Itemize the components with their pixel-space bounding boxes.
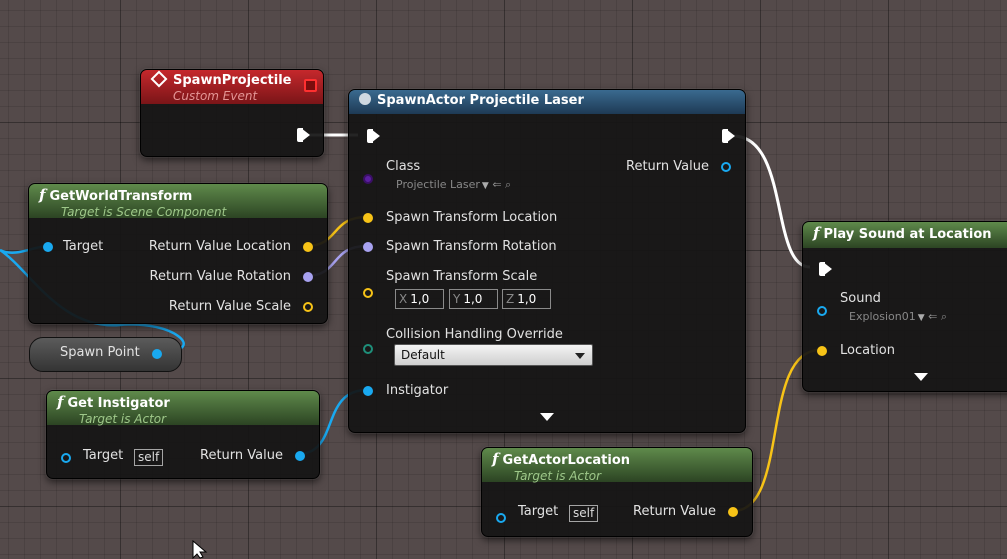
location-label: Location: [840, 343, 895, 358]
target-label: Target: [63, 239, 104, 254]
x-value: 1,0: [410, 292, 430, 306]
class-pin[interactable]: [363, 174, 373, 184]
return-location-pin[interactable]: [303, 242, 313, 252]
get-instigator-title: Get Instigator: [67, 396, 170, 411]
advanced-expand-icon[interactable]: [540, 413, 554, 421]
function-icon: f: [39, 186, 46, 204]
collision-value: Default: [401, 348, 445, 362]
spawn-scale-label: Spawn Transform Scale: [386, 269, 538, 284]
spawn-scale-pin[interactable]: [363, 288, 373, 298]
get-instigator-return-pin[interactable]: [295, 451, 305, 461]
z-axis-label: Z: [506, 292, 515, 306]
return-scale-label: Return Value Scale: [168, 299, 291, 314]
advanced-expand-icon[interactable]: [914, 373, 928, 381]
spawn-point-label: Spawn Point: [60, 345, 140, 360]
spawn-actor-title: SpawnActor Projectile Laser: [377, 93, 584, 108]
sound-combo-arrow-icon: ▼: [917, 313, 925, 323]
spawn-projectile-header[interactable]: SpawnProjectile Custom Event: [141, 70, 323, 104]
spawn-projectile-title: SpawnProjectile: [173, 73, 292, 88]
get-world-transform-header[interactable]: f GetWorldTransform Target is Scene Compo…: [29, 184, 327, 219]
scale-x-field[interactable]: X 1,0: [395, 289, 444, 309]
browse-magnifier-icon[interactable]: ⌕: [941, 310, 947, 323]
function-icon: f: [492, 450, 499, 468]
y-axis-label: Y: [453, 292, 461, 306]
instigator-label: Instigator: [386, 383, 449, 398]
get-instigator-node[interactable]: f Get Instigator Target is Actor Target s…: [46, 390, 320, 479]
get-world-transform-subtitle: Target is Scene Component: [61, 205, 227, 219]
spawn-rotation-pin[interactable]: [363, 242, 373, 252]
browse-magnifier-icon[interactable]: ⌕: [505, 178, 511, 191]
event-delegate-icon[interactable]: [304, 79, 317, 92]
get-actor-location-return-pin[interactable]: [728, 507, 738, 517]
get-instigator-target-pin[interactable]: [61, 453, 71, 463]
x-axis-label: X: [399, 292, 408, 306]
get-actor-location-subtitle: Target is Actor: [514, 469, 602, 483]
spawn-location-pin[interactable]: [363, 213, 373, 223]
get-instigator-return-label: Return Value: [200, 448, 283, 463]
return-rotation-pin[interactable]: [303, 272, 313, 282]
sound-label: Sound: [840, 291, 881, 306]
sound-pin[interactable]: [817, 306, 827, 316]
return-location-label: Return Value Location: [148, 239, 291, 254]
y-value: 1,0: [463, 292, 483, 306]
z-value: 1,0: [517, 292, 537, 306]
target-pin[interactable]: [43, 242, 53, 252]
spawn-actor-exec-in-pin[interactable]: [367, 129, 380, 143]
get-actor-location-target-pin[interactable]: [496, 513, 506, 523]
get-actor-location-self-box[interactable]: self: [569, 505, 599, 522]
get-instigator-subtitle: Target is Actor: [79, 412, 167, 426]
spawn-actor-return-pin[interactable]: [721, 162, 731, 172]
collision-label: Collision Handling Override: [386, 327, 563, 342]
location-pin[interactable]: [817, 346, 827, 356]
get-world-transform-node[interactable]: f GetWorldTransform Target is Scene Compo…: [28, 183, 328, 324]
spawn-point-out-pin[interactable]: [152, 349, 162, 359]
get-actor-location-return-label: Return Value: [633, 504, 716, 519]
class-combo[interactable]: Projectile Laser ▼ ⇐ ⌕: [396, 178, 511, 192]
mouse-cursor-icon: [192, 540, 208, 559]
play-sound-exec-in-pin[interactable]: [819, 262, 832, 276]
instigator-pin[interactable]: [363, 386, 373, 396]
sound-combo[interactable]: Explosion01 ▼ ⇐ ⌕: [849, 310, 947, 324]
play-sound-node[interactable]: f Play Sound at Location Sound Explosion0…: [802, 221, 1007, 392]
use-selected-arrow-icon[interactable]: ⇐: [492, 178, 501, 191]
scale-y-field[interactable]: Y 1,0: [449, 289, 498, 309]
spawn-actor-exec-out-pin[interactable]: [722, 129, 735, 143]
class-combo-arrow-icon: ▼: [481, 181, 489, 191]
exec-out-pin[interactable]: [297, 128, 310, 142]
get-actor-location-header[interactable]: f GetActorLocation Target is Actor: [482, 448, 752, 483]
spawn-location-label: Spawn Transform Location: [386, 210, 558, 225]
scale-z-field[interactable]: Z 1,0: [502, 289, 551, 309]
function-icon: f: [813, 224, 820, 242]
get-actor-location-target-label: Target: [518, 504, 559, 519]
function-icon: f: [57, 393, 64, 411]
spawn-actor-node[interactable]: SpawnActor Projectile Laser Class Projec…: [348, 89, 746, 433]
get-actor-location-title: GetActorLocation: [502, 453, 631, 468]
class-value: Projectile Laser: [396, 178, 480, 191]
get-instigator-header[interactable]: f Get Instigator Target is Actor: [47, 391, 319, 426]
collision-dropdown[interactable]: Default: [394, 344, 593, 366]
spawn-point-variable-node[interactable]: Spawn Point: [29, 337, 182, 372]
return-scale-pin[interactable]: [303, 302, 313, 312]
event-icon: [150, 70, 168, 88]
return-rotation-label: Return Value Rotation: [149, 269, 291, 284]
play-sound-title: Play Sound at Location: [823, 227, 992, 242]
play-sound-header[interactable]: f Play Sound at Location: [803, 222, 1007, 248]
spawn-actor-header[interactable]: SpawnActor Projectile Laser: [349, 90, 745, 114]
sound-value: Explosion01: [849, 310, 916, 323]
get-instigator-self-box[interactable]: self: [134, 449, 164, 466]
get-world-transform-title: GetWorldTransform: [49, 189, 193, 204]
spawn-actor-return-label: Return Value: [626, 159, 709, 174]
spawn-rotation-label: Spawn Transform Rotation: [386, 239, 557, 254]
spawn-actor-icon: [359, 93, 371, 105]
class-label: Class: [386, 159, 421, 174]
chevron-down-icon: [575, 353, 585, 359]
spawn-projectile-subtitle: Custom Event: [173, 89, 258, 103]
use-selected-arrow-icon[interactable]: ⇐: [928, 310, 937, 323]
get-actor-location-node[interactable]: f GetActorLocation Target is Actor Target…: [481, 447, 753, 537]
spawn-projectile-node[interactable]: SpawnProjectile Custom Event: [140, 69, 324, 157]
get-instigator-target-label: Target: [83, 448, 124, 463]
collision-pin[interactable]: [363, 344, 373, 354]
